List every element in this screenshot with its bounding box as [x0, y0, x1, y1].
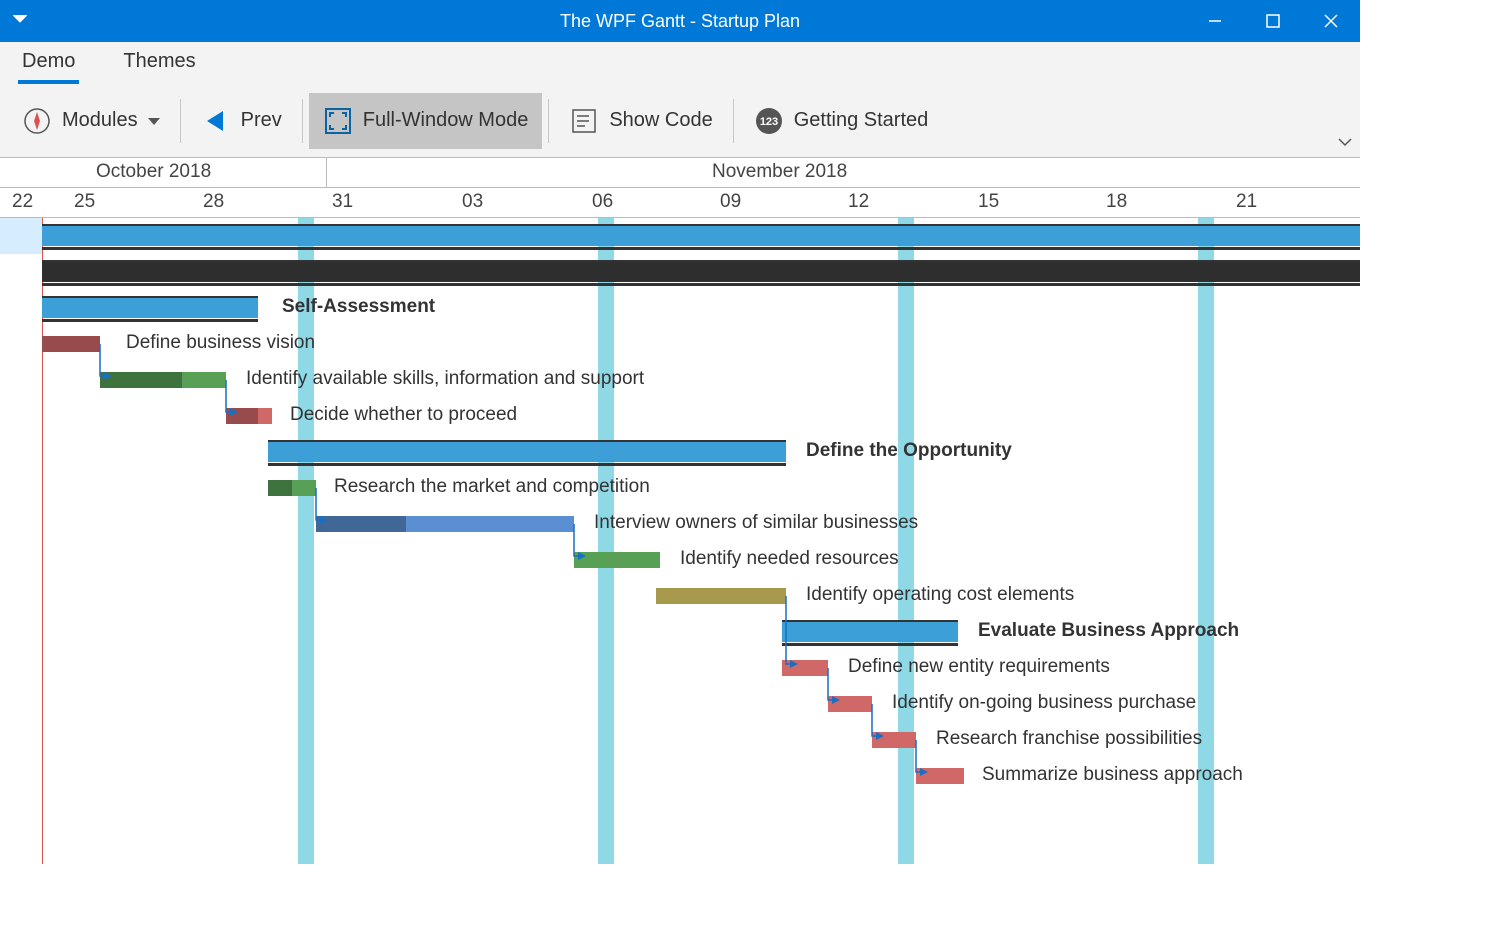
task-label: Identify available skills, information a…: [246, 368, 644, 390]
month-label: November 2018: [712, 161, 847, 183]
gantt-row: Define new entity requirements: [0, 650, 1360, 686]
task-label: Identify on-going business purchase: [892, 692, 1196, 714]
month-separator: [326, 158, 327, 187]
day-label: 09: [720, 191, 741, 213]
toolbar-overflow[interactable]: [1338, 130, 1352, 153]
gantt-row: Define the Opportunity: [0, 434, 1360, 470]
getting-started-label: Getting Started: [794, 109, 929, 132]
task-label: Define new entity requirements: [848, 656, 1110, 678]
separator: [733, 99, 734, 143]
day-label: 03: [462, 191, 483, 213]
separator: [302, 99, 303, 143]
close-button[interactable]: [1302, 0, 1360, 42]
full-window-button[interactable]: Full-Window Mode: [309, 93, 543, 149]
task-label: Evaluate Business Approach: [978, 620, 1239, 642]
day-label: 15: [978, 191, 999, 213]
task-bar[interactable]: [42, 226, 1360, 246]
day-label: 06: [592, 191, 613, 213]
prev-button[interactable]: Prev: [187, 93, 296, 149]
day-label: 25: [74, 191, 95, 213]
day-label: 22: [12, 191, 33, 213]
gantt-month-header: October 2018 November 2018: [0, 158, 1360, 188]
minimize-button[interactable]: [1186, 0, 1244, 42]
summary-bar[interactable]: [782, 622, 958, 642]
task-label: Interview owners of similar businesses: [594, 512, 918, 534]
chevron-down-icon: [148, 109, 160, 132]
task-label: Self-Assessment: [282, 296, 435, 318]
prev-icon: [201, 106, 231, 136]
gantt-row: Evaluate Business Approach: [0, 614, 1360, 650]
task-bar[interactable]: [316, 516, 574, 532]
gantt-row: Summarize business approach: [0, 758, 1360, 794]
summary-bar[interactable]: [268, 442, 786, 462]
day-label: 21: [1236, 191, 1257, 213]
day-label: 12: [848, 191, 869, 213]
full-window-label: Full-Window Mode: [363, 109, 529, 132]
summary-bar[interactable]: [42, 298, 258, 318]
separator: [548, 99, 549, 143]
task-label: Identify operating cost elements: [806, 584, 1074, 606]
tab-themes[interactable]: Themes: [119, 42, 199, 84]
dependency-arrow: [572, 524, 592, 569]
modules-label: Modules: [62, 109, 138, 132]
task-bar[interactable]: [268, 480, 316, 496]
task-label: Research franchise possibilities: [936, 728, 1202, 750]
gantt-row: Identify on-going business purchase: [0, 686, 1360, 722]
gantt-row: Interview owners of similar businesses: [0, 506, 1360, 542]
window-title: The WPF Gantt - Startup Plan: [0, 11, 1360, 32]
task-bar[interactable]: [42, 262, 1360, 282]
task-bar[interactable]: [42, 336, 100, 352]
show-code-label: Show Code: [609, 109, 712, 132]
task-label: Decide whether to proceed: [290, 404, 517, 426]
dependency-arrow: [784, 596, 804, 677]
dependency-arrow: [870, 704, 890, 749]
gantt-row: Decide whether to proceed: [0, 398, 1360, 434]
task-label: Identify needed resources: [680, 548, 899, 570]
dependency-arrow: [914, 740, 934, 785]
prev-label: Prev: [241, 109, 282, 132]
task-label: Define business vision: [126, 332, 315, 354]
day-label: 28: [203, 191, 224, 213]
gantt-row: [0, 254, 1360, 290]
gantt-row: [0, 218, 1360, 254]
code-icon: [569, 106, 599, 136]
task-label: Summarize business approach: [982, 764, 1243, 786]
gantt-row: Self-Assessment: [0, 290, 1360, 326]
month-label: October 2018: [96, 161, 211, 183]
separator: [180, 99, 181, 143]
gantt-chart[interactable]: Self-Assessment Define business vision Ide…: [0, 218, 1360, 864]
maximize-button[interactable]: [1244, 0, 1302, 42]
gantt-row: Research franchise possibilities: [0, 722, 1360, 758]
modules-button[interactable]: Modules: [8, 93, 174, 149]
day-label: 31: [332, 191, 353, 213]
day-label: 18: [1106, 191, 1127, 213]
svg-text:123: 123: [760, 116, 778, 128]
task-bar[interactable]: [656, 588, 786, 604]
dependency-arrow: [98, 344, 118, 389]
gantt-row: Identify available skills, information a…: [0, 362, 1360, 398]
gantt-row: Research the market and competition: [0, 470, 1360, 506]
gantt-row: Identify needed resources: [0, 542, 1360, 578]
gantt-row: Identify operating cost elements: [0, 578, 1360, 614]
gantt-row: Define business vision: [0, 326, 1360, 362]
titlebar: The WPF Gantt - Startup Plan: [0, 0, 1360, 42]
getting-started-icon: 123: [754, 106, 784, 136]
ribbon-tabs: Demo Themes: [0, 42, 1360, 84]
gantt-day-header: 22 25 28 31 03 06 09 12 15 18 21: [0, 188, 1360, 218]
compass-icon: [22, 106, 52, 136]
fullscreen-icon: [323, 106, 353, 136]
getting-started-button[interactable]: 123 Getting Started: [740, 93, 943, 149]
task-label: Define the Opportunity: [806, 440, 1012, 462]
task-bar[interactable]: [100, 372, 226, 388]
dependency-arrow: [826, 668, 846, 713]
tab-demo[interactable]: Demo: [18, 42, 79, 84]
show-code-button[interactable]: Show Code: [555, 93, 726, 149]
task-label: Research the market and competition: [334, 476, 650, 498]
toolbar: Modules Prev Full-Window Mode Show Code …: [0, 84, 1360, 158]
qat-dropdown-icon[interactable]: [0, 12, 40, 30]
dependency-arrow: [314, 488, 334, 533]
dependency-arrow: [224, 380, 244, 425]
